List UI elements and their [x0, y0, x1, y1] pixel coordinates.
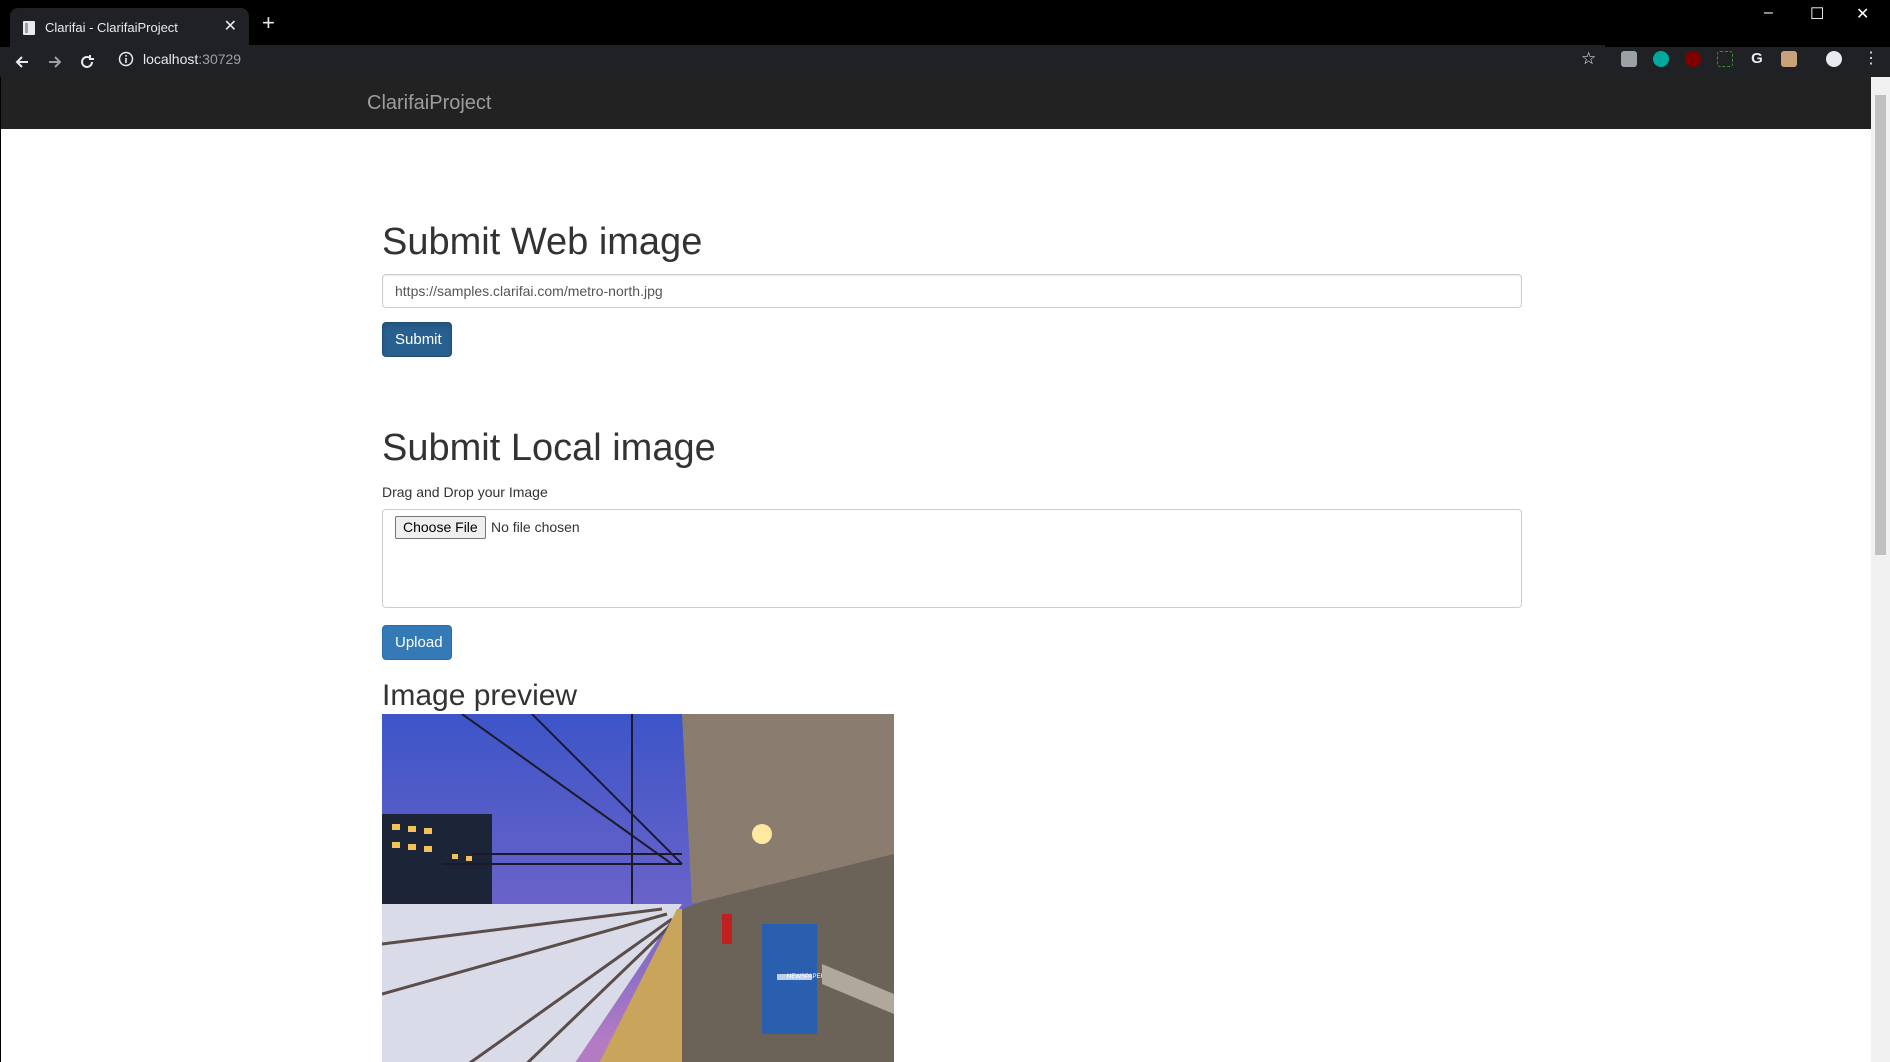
tab-title: Clarifai - ClarifaiProject [45, 20, 178, 35]
local-image-heading: Submit Local image [382, 427, 716, 469]
ublock-icon[interactable] [1685, 51, 1701, 67]
back-icon[interactable] [11, 51, 33, 73]
info-icon[interactable] [118, 51, 134, 67]
extension-m-icon[interactable] [1653, 51, 1669, 67]
drop-helper-text: Drag and Drop your Image [382, 484, 548, 500]
image-url-input[interactable] [382, 274, 1522, 308]
address-bar[interactable] [111, 45, 1605, 73]
preview-heading: Image preview [382, 679, 578, 712]
reload-icon[interactable] [76, 51, 98, 73]
navbar-brand[interactable]: ClarifaiProject [367, 92, 491, 115]
menu-kebab-icon[interactable]: ⋮ [1863, 48, 1879, 68]
page-viewport: ClarifaiProject Submit Web image Submit … [1, 77, 1871, 1062]
web-image-heading: Submit Web image [382, 221, 703, 263]
file-status-text: No file chosen [491, 519, 580, 535]
browser-tab[interactable]: Clarifai - ClarifaiProject ✕ [10, 8, 249, 47]
file-dropzone[interactable]: Choose File No file chosen [382, 509, 1522, 608]
scrollbar-thumb[interactable] [1875, 95, 1886, 555]
minimize-icon[interactable]: – [1764, 4, 1773, 22]
extension-icon[interactable] [1621, 51, 1637, 67]
preview-image: NEWSPAPERS [382, 714, 894, 1062]
profile-icon[interactable] [1826, 51, 1842, 67]
upload-button[interactable]: Upload [382, 625, 452, 660]
page-icon [23, 21, 35, 35]
new-tab-icon[interactable]: + [262, 12, 275, 34]
maximize-icon[interactable]: ☐ [1810, 4, 1824, 24]
vertical-scrollbar[interactable] [1871, 77, 1890, 1062]
google-icon[interactable]: G [1749, 51, 1765, 67]
extension-dots-icon[interactable] [1717, 51, 1733, 67]
bookmark-star-icon[interactable]: ☆ [1581, 49, 1596, 69]
close-window-icon[interactable]: ✕ [1856, 4, 1869, 24]
browser-titlebar: Clarifai - ClarifaiProject ✕ + – ☐ ✕ [0, 0, 1890, 47]
extension-box-icon[interactable] [1781, 51, 1797, 67]
train-platform-photo: NEWSPAPERS [382, 714, 894, 1062]
forward-icon[interactable] [44, 51, 66, 73]
url-text[interactable]: localhost:30729 [143, 51, 241, 67]
top-navbar: ClarifaiProject [1, 77, 1871, 129]
submit-button[interactable]: Submit [382, 322, 452, 357]
close-tab-icon[interactable]: ✕ [224, 18, 237, 36]
choose-file-button[interactable]: Choose File [395, 516, 486, 539]
